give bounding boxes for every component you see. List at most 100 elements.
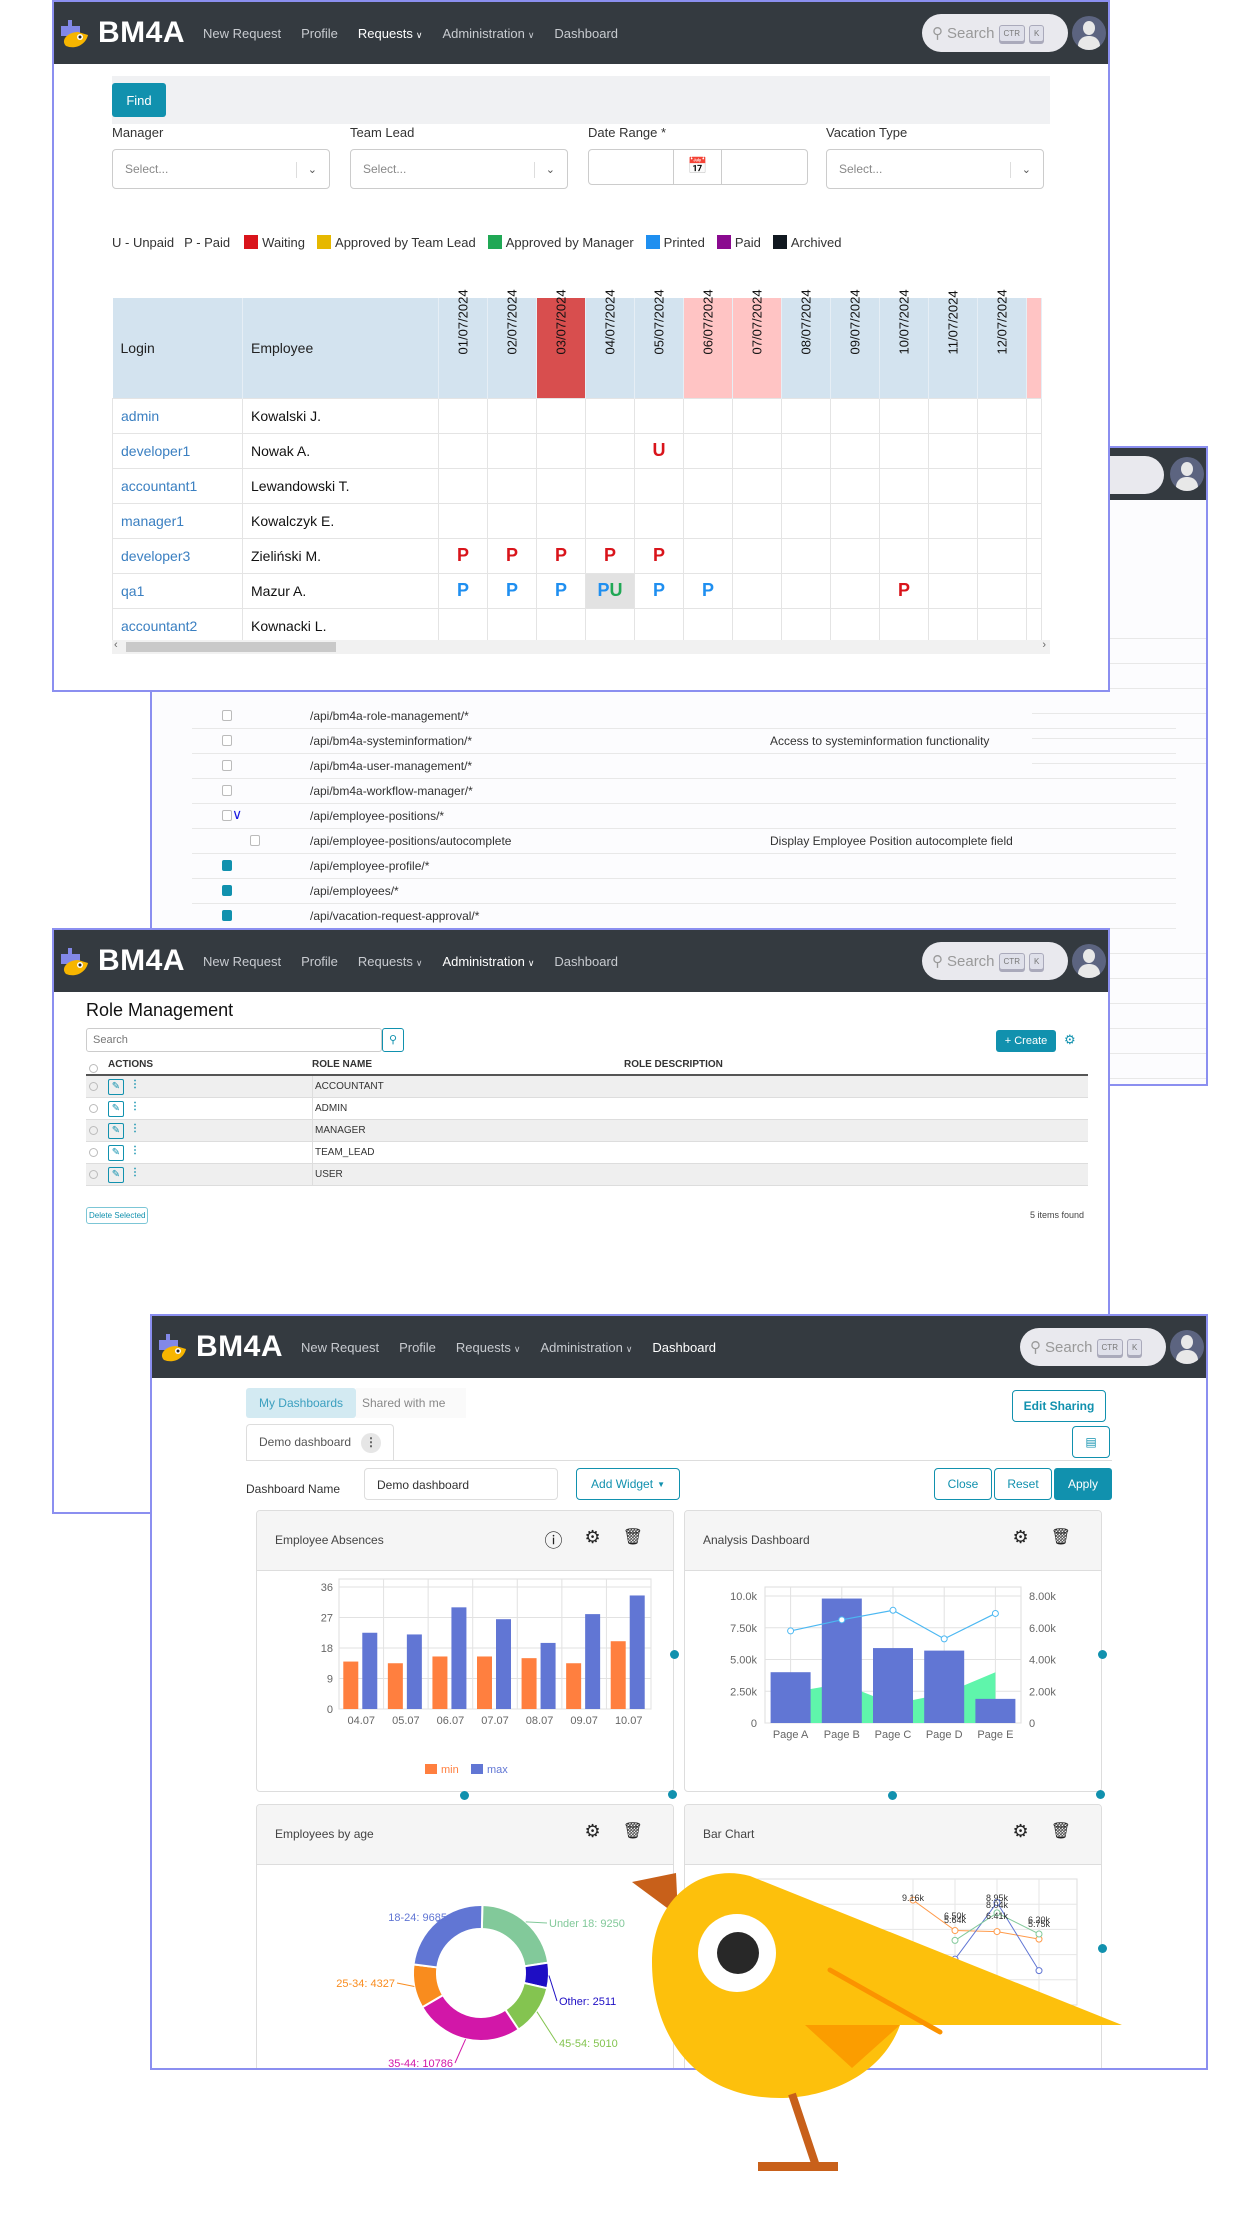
day-cell[interactable]: P [634, 537, 684, 574]
day-cell[interactable] [487, 432, 537, 469]
row-checkbox[interactable] [89, 1126, 98, 1135]
edit-icon[interactable]: ✎ [108, 1079, 124, 1095]
resize-handle[interactable] [460, 1791, 469, 1800]
permission-checkbox[interactable] [222, 885, 232, 896]
permission-checkbox[interactable] [222, 910, 232, 921]
day-cell[interactable] [585, 502, 635, 539]
kebab-menu-icon[interactable]: ⋮ [130, 1145, 140, 1156]
day-cell[interactable]: P [536, 537, 586, 574]
day-cell[interactable] [781, 397, 831, 434]
day-cell[interactable]: P [585, 537, 635, 574]
nav-administration[interactable]: Administration ∨ [540, 1340, 632, 1355]
team-lead-select[interactable]: Select... ⌄ [350, 149, 568, 189]
day-cell[interactable] [1026, 467, 1042, 504]
resize-handle[interactable] [888, 1791, 897, 1800]
day-cell[interactable] [438, 397, 488, 434]
dashboard-tab[interactable]: Demo dashboard ⋮ [246, 1424, 394, 1460]
search-input[interactable]: ⚲ Search CTR K [922, 14, 1068, 52]
day-cell[interactable] [1026, 537, 1042, 574]
day-cell[interactable] [634, 502, 684, 539]
day-cell[interactable] [781, 537, 831, 574]
gear-icon[interactable]: ⚙ [585, 1527, 601, 1553]
nav-new-request[interactable]: New Request [203, 954, 281, 969]
day-cell[interactable] [879, 607, 929, 644]
login-link[interactable]: manager1 [112, 502, 243, 539]
trash-icon[interactable]: 🗑 [1051, 1527, 1071, 1548]
scroll-right-icon[interactable]: › [1042, 639, 1046, 651]
scrollbar-thumb[interactable] [126, 642, 336, 652]
avatar[interactable] [1170, 457, 1204, 491]
day-cell[interactable] [585, 432, 635, 469]
day-cell[interactable] [781, 572, 831, 609]
day-cell[interactable] [928, 467, 978, 504]
day-cell[interactable] [732, 467, 782, 504]
day-cell[interactable] [732, 607, 782, 644]
horizontal-scrollbar[interactable]: ‹ › [112, 639, 1050, 654]
day-cell[interactable] [781, 432, 831, 469]
login-link[interactable]: qa1 [112, 572, 243, 609]
day-cell[interactable] [683, 467, 733, 504]
day-cell[interactable] [830, 432, 880, 469]
settings-gear-icon[interactable]: ⚙ [1064, 1032, 1076, 1048]
find-button[interactable]: Find [112, 83, 166, 117]
day-cell[interactable] [830, 397, 880, 434]
day-cell[interactable] [1026, 397, 1042, 434]
day-cell[interactable] [634, 397, 684, 434]
login-link[interactable]: accountant1 [112, 467, 243, 504]
day-cell[interactable] [879, 432, 929, 469]
clear-button[interactable]: ▤ [1072, 1426, 1110, 1458]
edit-sharing-button[interactable]: Edit Sharing [1012, 1390, 1106, 1422]
user-avatar[interactable] [1072, 16, 1106, 50]
dashboard-name-input[interactable]: Demo dashboard [364, 1468, 558, 1500]
day-cell[interactable] [732, 572, 782, 609]
date-from-input[interactable] [589, 150, 674, 184]
kebab-menu-icon[interactable]: ⋮ [361, 1433, 381, 1453]
day-cell[interactable]: P [879, 572, 929, 609]
day-cell[interactable] [928, 607, 978, 644]
day-cell[interactable] [830, 607, 880, 644]
permission-checkbox[interactable] [222, 710, 232, 721]
permission-checkbox[interactable] [250, 835, 260, 846]
day-cell[interactable]: PU [585, 572, 635, 609]
day-cell[interactable] [928, 432, 978, 469]
day-cell[interactable] [438, 607, 488, 644]
day-cell[interactable] [928, 572, 978, 609]
nav-profile[interactable]: Profile [399, 1340, 436, 1355]
resize-handle[interactable] [1096, 1790, 1105, 1799]
add-widget-button[interactable]: Add Widget ▼ [576, 1468, 680, 1500]
nav-administration[interactable]: Administration ∨ [442, 26, 534, 41]
day-cell[interactable] [928, 537, 978, 574]
nav-dashboard[interactable]: Dashboard [554, 26, 618, 41]
expand-chevron-icon[interactable]: ∨ [232, 806, 242, 823]
day-cell[interactable] [977, 502, 1027, 539]
role-search-input[interactable]: Search [86, 1028, 382, 1052]
day-cell[interactable] [879, 502, 929, 539]
nav-dashboard[interactable]: Dashboard [554, 954, 618, 969]
row-checkbox[interactable] [89, 1082, 98, 1091]
day-cell[interactable]: P [683, 572, 733, 609]
permission-checkbox[interactable] [222, 735, 232, 746]
login-link[interactable]: developer3 [112, 537, 243, 574]
delete-selected-button[interactable]: Delete Selected [86, 1207, 149, 1224]
permission-checkbox[interactable] [222, 810, 232, 821]
date-range-input[interactable]: 📅 [588, 149, 808, 185]
day-cell[interactable] [732, 432, 782, 469]
permission-checkbox[interactable] [222, 860, 232, 871]
select-all-checkbox[interactable] [89, 1064, 98, 1073]
tab-my-dashboards[interactable]: My Dashboards [246, 1388, 356, 1418]
calendar-icon[interactable]: 📅 [674, 150, 722, 184]
nav-requests[interactable]: Requests ∨ [456, 1340, 521, 1355]
day-cell[interactable] [879, 397, 929, 434]
gear-icon[interactable]: ⚙ [585, 1821, 601, 1842]
day-cell[interactable] [683, 502, 733, 539]
trash-icon[interactable]: 🗑 [623, 1821, 643, 1842]
reset-button[interactable]: Reset [994, 1468, 1052, 1500]
day-cell[interactable] [879, 537, 929, 574]
day-cell[interactable]: P [487, 572, 537, 609]
day-cell[interactable] [830, 572, 880, 609]
day-cell[interactable] [634, 467, 684, 504]
day-cell[interactable] [879, 467, 929, 504]
row-checkbox[interactable] [89, 1148, 98, 1157]
apply-button[interactable]: Apply [1054, 1468, 1112, 1500]
day-cell[interactable] [1026, 432, 1042, 469]
